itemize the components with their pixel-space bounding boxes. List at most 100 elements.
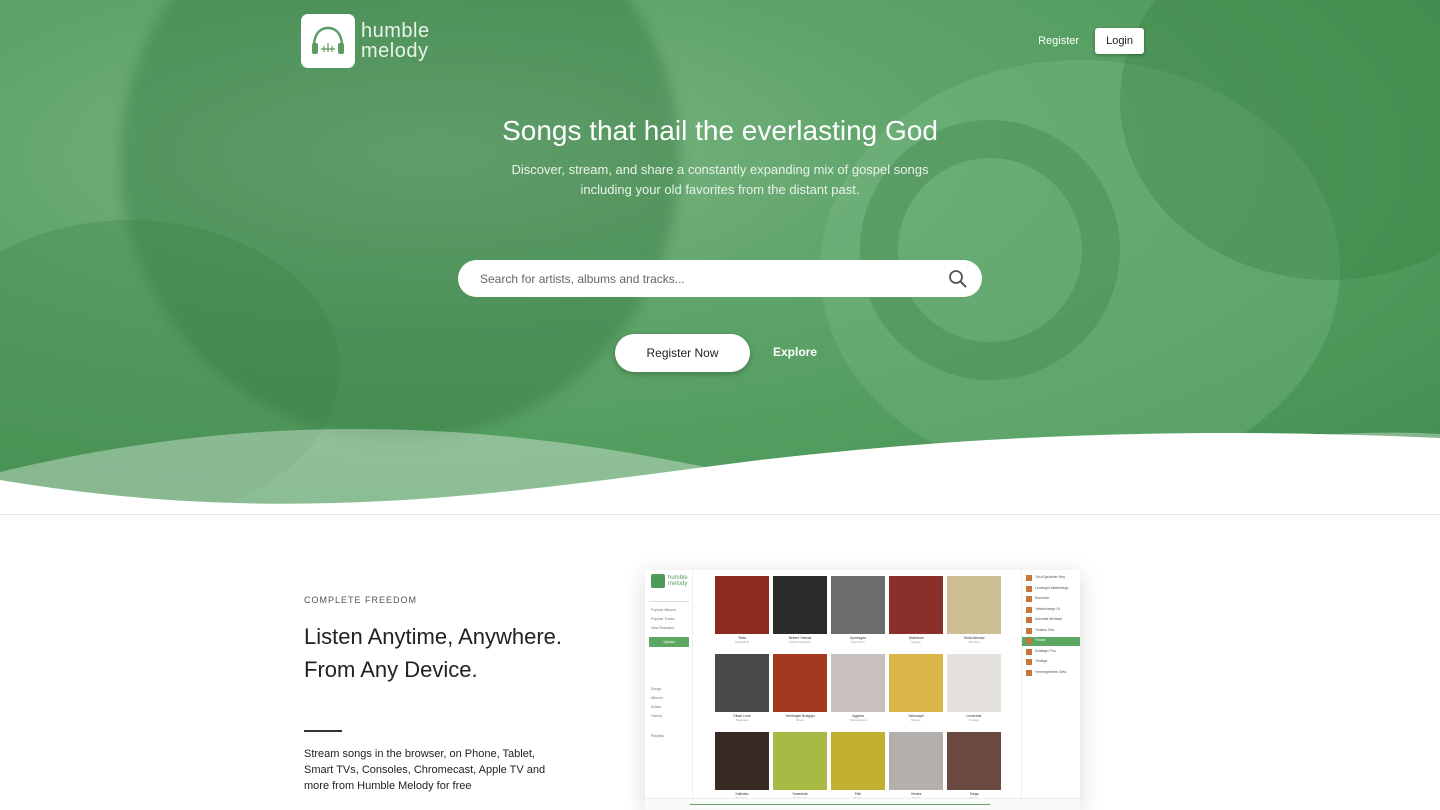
track-thumbnail bbox=[1026, 627, 1032, 634]
track-title: Yihune bbox=[1035, 638, 1046, 642]
album-artist: Tesfaye bbox=[968, 718, 980, 722]
hero-wave bbox=[0, 429, 1440, 515]
track-title: Yebeluhalegn Ot bbox=[1035, 606, 1060, 611]
mockup-brand-line2: melody bbox=[668, 581, 688, 587]
mockup-logo-icon bbox=[651, 574, 665, 588]
album-cover-image bbox=[889, 654, 943, 712]
album-cover-image bbox=[889, 732, 943, 790]
album-artist: Dawit Getachew bbox=[789, 640, 811, 644]
album-cover-image bbox=[715, 654, 769, 712]
track-thumbnail bbox=[1026, 659, 1032, 665]
headphone-shape bbox=[860, 120, 1120, 380]
album-artist: Efrem bbox=[795, 718, 804, 722]
mockup-album-card: Yadonayie Bekele bbox=[889, 654, 943, 722]
mockup-brand: humble melody bbox=[668, 575, 688, 587]
track-thumbnail bbox=[1026, 585, 1032, 592]
mockup-progress bbox=[690, 804, 990, 805]
mockup-player-bar bbox=[645, 798, 1080, 810]
mockup-queue-item: Yihalew Cha bbox=[1026, 627, 1080, 636]
track-thumbnail bbox=[1026, 575, 1032, 581]
mockup-album-card: TsegaSamuel bbox=[947, 732, 1001, 800]
mockup-album-card: YenetaTeddy bbox=[889, 732, 943, 800]
search-bar bbox=[458, 260, 982, 297]
album-cover-image bbox=[773, 576, 827, 634]
login-button[interactable]: Login bbox=[1095, 28, 1144, 54]
mockup-playlists-label: Playlists bbox=[651, 734, 665, 738]
brand-name-line1: humble bbox=[361, 20, 430, 42]
mockup-album-card: KalkidanHaleluya bbox=[715, 732, 769, 800]
mockup-queue-item: Lemesgin Aldekebegn bbox=[1026, 585, 1080, 594]
mockup-sidebar: humble melody Popular Albums Popular Tra… bbox=[645, 570, 693, 810]
section-divider bbox=[0, 514, 1440, 515]
brand-name: humble melody bbox=[361, 21, 430, 61]
track-thumbnail bbox=[1026, 606, 1032, 613]
mockup-album-card: Tesfa Alemaw Shanbel bbox=[947, 576, 1001, 644]
app-mockup-screenshot: humble melody Popular Albums Popular Tra… bbox=[645, 570, 1080, 810]
hero-title: Songs that hail the everlasting God bbox=[502, 115, 938, 146]
album-cover-image bbox=[831, 654, 885, 712]
brand-logo[interactable]: humble melody bbox=[301, 14, 430, 68]
register-link[interactable]: Register bbox=[1034, 29, 1083, 53]
mockup-nav-item: Popular Albums bbox=[651, 608, 677, 612]
track-thumbnail bbox=[1026, 669, 1032, 676]
mockup-search bbox=[649, 595, 689, 602]
mockup-nav-item: New Releases bbox=[651, 626, 675, 630]
mockup-album-card: Dibab Lene Dagmawi bbox=[715, 654, 769, 722]
album-artist: Getaye bbox=[911, 640, 921, 644]
search-input[interactable] bbox=[480, 271, 948, 286]
mockup-library-item: Albums bbox=[651, 696, 663, 700]
mockup-album-card: Aygeba Yidnekachew bbox=[831, 654, 885, 722]
track-title: Yihdega bbox=[1035, 659, 1048, 663]
album-cover-image bbox=[715, 732, 769, 790]
mockup-nav-item: Popular Tracks bbox=[651, 617, 675, 621]
track-title: Zelalegm Fhu bbox=[1035, 648, 1056, 653]
mockup-library-item: Artists bbox=[651, 705, 661, 709]
mockup-queue-item: Yiku Egziabher Mey bbox=[1026, 574, 1080, 583]
album-cover-image bbox=[947, 576, 1001, 634]
track-title: Yihalew Cha bbox=[1035, 627, 1054, 632]
mockup-queue-item: Yemeslgenhew Geta bbox=[1026, 669, 1080, 678]
explore-link[interactable]: Explore bbox=[773, 345, 817, 359]
album-cover-image bbox=[773, 732, 827, 790]
album-cover-image bbox=[889, 576, 943, 634]
mockup-album-card: Tesfa Ayda Mulu bbox=[715, 576, 769, 644]
track-title: Ebenezer bbox=[1035, 596, 1050, 600]
mockup-queue: Yiku Egziabher Mey Lemesgin Aldekebegn Ebe… bbox=[1021, 570, 1080, 810]
track-thumbnail bbox=[1026, 638, 1032, 644]
feature-title: Listen Anytime, Anywhere. From Any Devic… bbox=[304, 624, 563, 682]
track-title: Yemeslgenhew Geta bbox=[1035, 669, 1067, 674]
page: humble melody Register Login Songs that … bbox=[0, 0, 1440, 810]
mockup-library-item: Songs bbox=[651, 687, 662, 691]
brand-name-line2: melody bbox=[361, 40, 429, 62]
album-cover-image bbox=[715, 576, 769, 634]
mockup-album-card: Aymesgen Kiya Tame bbox=[831, 576, 885, 644]
album-artist: Yidnekachew bbox=[849, 718, 867, 722]
mockup-album-card: Lewerede Tesfaye bbox=[947, 654, 1001, 722]
mockup-queue-item: Yebeluhalegn Ot bbox=[1026, 606, 1080, 615]
logo-badge bbox=[301, 14, 355, 68]
feature-kicker: COMPLETE FREEDOM bbox=[304, 595, 418, 605]
search-icon[interactable] bbox=[948, 269, 968, 289]
mockup-album-card: Bekem Yalenal Dawit Getachew bbox=[773, 576, 827, 644]
hero-subtitle: Discover, stream, and share a constantly… bbox=[511, 162, 929, 197]
album-artist: Dagmawi bbox=[735, 718, 749, 722]
headphones-icon bbox=[312, 26, 344, 54]
mockup-album-card: YewededeMeskerem bbox=[773, 732, 827, 800]
track-title: Ademaki Medhani bbox=[1035, 617, 1063, 621]
album-artist: Bekele bbox=[911, 718, 921, 722]
album-cover-image bbox=[831, 732, 885, 790]
mockup-queue-item: Ebenezer bbox=[1026, 595, 1080, 604]
album-cover-image bbox=[831, 576, 885, 634]
track-thumbnail bbox=[1026, 617, 1032, 623]
album-artist: Kiya Tame bbox=[851, 640, 865, 644]
mockup-library-item: History bbox=[651, 714, 663, 718]
track-title: Lemesgin Aldekebegn bbox=[1035, 585, 1069, 590]
album-cover-image bbox=[947, 654, 1001, 712]
track-thumbnail bbox=[1026, 596, 1032, 602]
mockup-upload-button: Upload bbox=[649, 637, 689, 647]
album-artist: Shanbel bbox=[968, 640, 980, 644]
album-artist: Ayda Mulu bbox=[734, 640, 750, 644]
album-cover-image bbox=[773, 654, 827, 712]
hero-section: humble melody Register Login Songs that … bbox=[0, 0, 1440, 515]
register-now-button[interactable]: Register Now bbox=[615, 334, 750, 372]
